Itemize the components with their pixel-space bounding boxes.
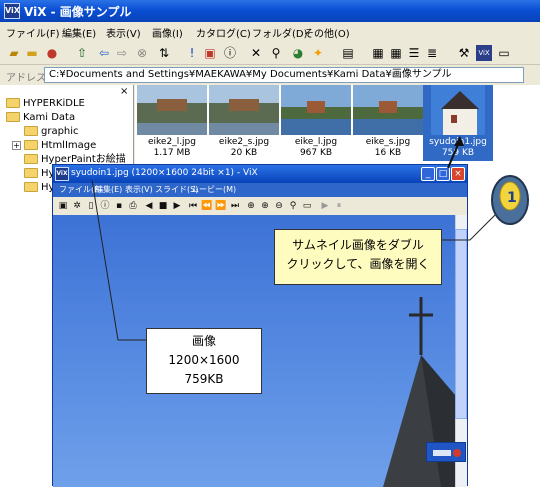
instruction-line-2: クリックして、画像を開く: [286, 257, 430, 271]
image-info-label: 画像: [191, 334, 216, 348]
click-count-label: 1: [507, 190, 517, 206]
image-info-callout: 画像 1200×1600 759KB: [146, 328, 262, 394]
image-size: 759KB: [184, 372, 224, 386]
connector-lines: [91, 136, 501, 341]
mouse-graphic: 1: [491, 175, 529, 225]
instruction-line-1: サムネイル画像をダブル: [292, 238, 424, 252]
image-dimensions: 1200×1600: [168, 353, 240, 367]
mouse-click-icon: 1: [488, 170, 532, 226]
instruction-callout: サムネイル画像をダブル クリックして、画像を開く: [274, 229, 442, 285]
